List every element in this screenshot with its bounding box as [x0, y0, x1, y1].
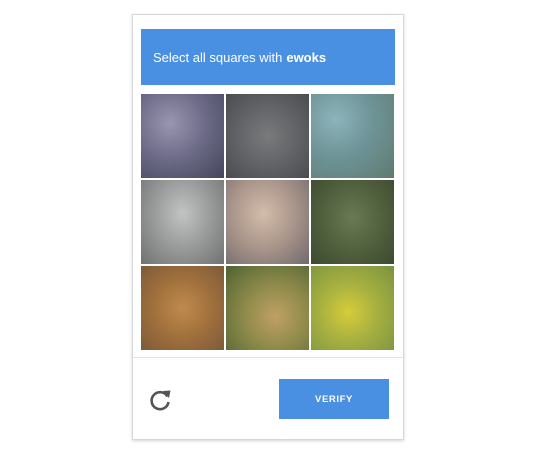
image-tile[interactable] — [141, 94, 224, 178]
image-tile[interactable] — [141, 266, 224, 350]
verify-button[interactable]: VERIFY — [279, 379, 389, 419]
challenge-keyword: ewoks — [286, 49, 327, 65]
image-grid — [141, 94, 395, 350]
captcha-card: Select all squares with ewoks VERIFY — [132, 14, 404, 440]
reload-button[interactable] — [147, 387, 173, 413]
image-tile[interactable] — [226, 94, 309, 178]
image-tile[interactable] — [311, 180, 394, 264]
image-tile[interactable] — [226, 266, 309, 350]
footer-divider — [133, 357, 403, 358]
image-tile[interactable] — [226, 180, 309, 264]
reload-icon — [150, 390, 171, 411]
challenge-instruction: Select all squares with — [153, 49, 283, 65]
challenge-header: Select all squares with ewoks — [141, 29, 395, 85]
image-tile[interactable] — [141, 180, 224, 264]
image-tile[interactable] — [311, 94, 394, 178]
image-tile[interactable] — [311, 266, 394, 350]
